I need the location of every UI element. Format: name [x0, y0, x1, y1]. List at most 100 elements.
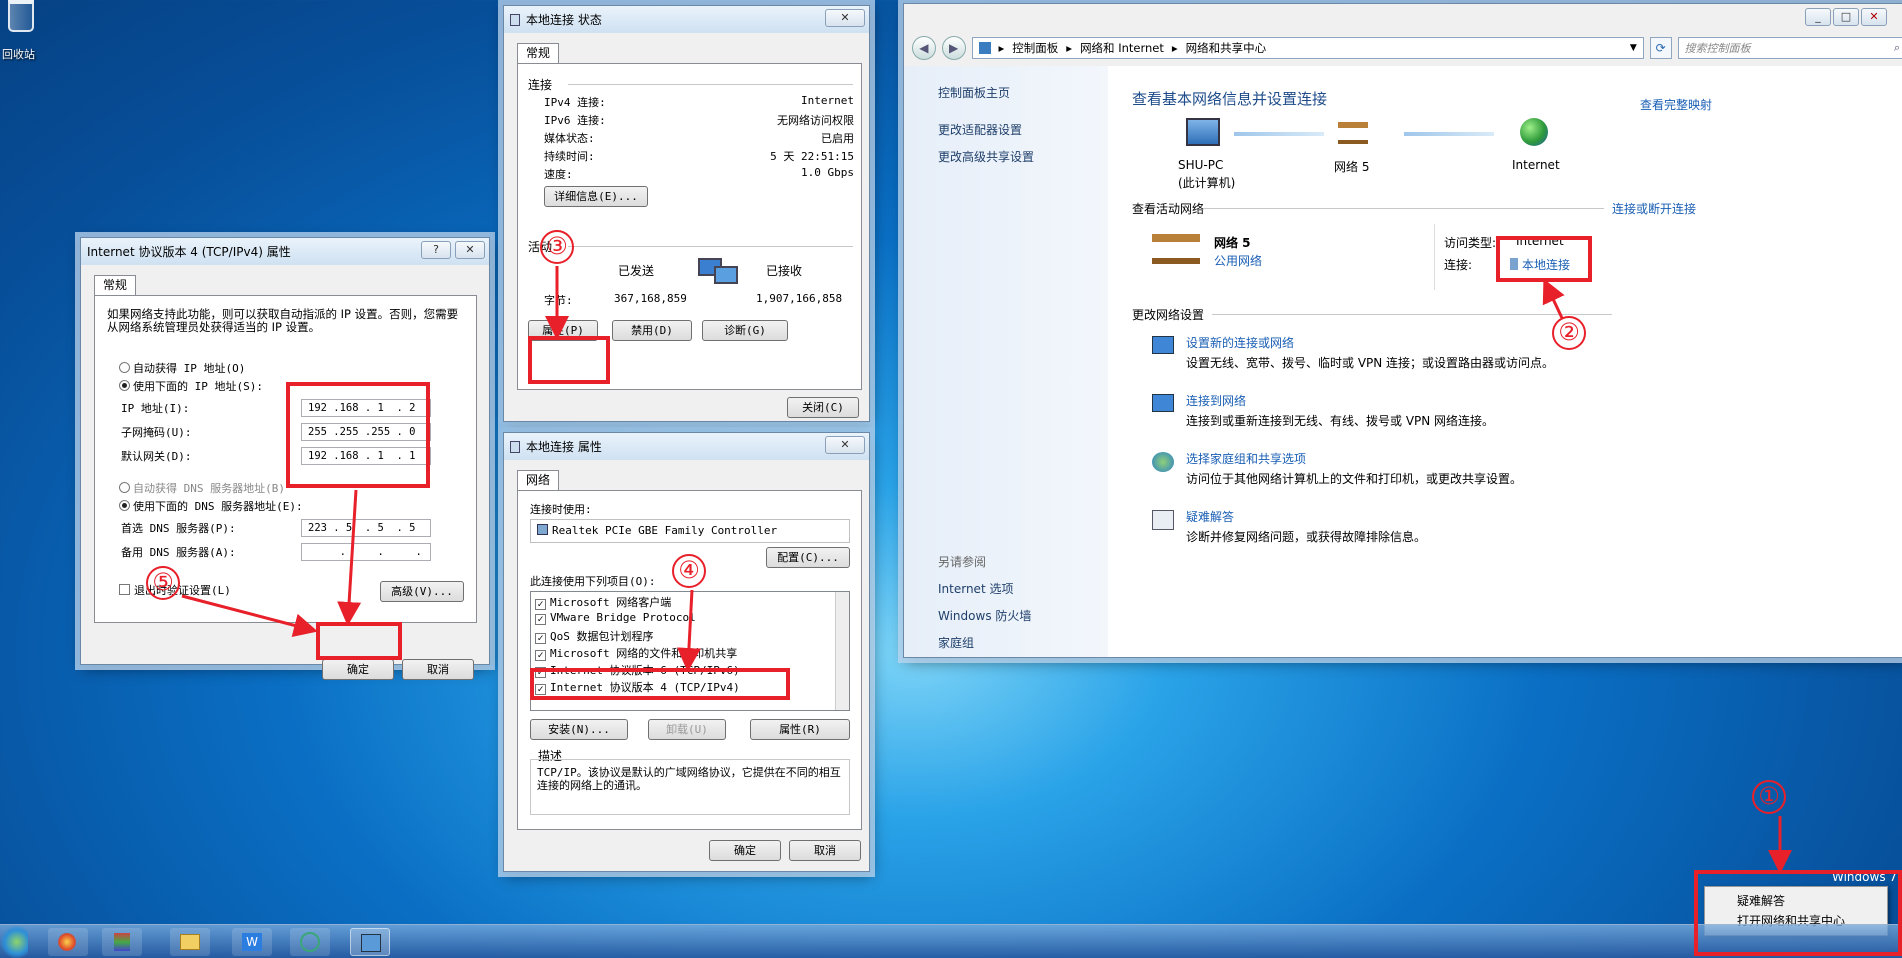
nav-control-panel-home[interactable]: 控制面板主页 [938, 84, 1108, 101]
nav-advanced-sharing[interactable]: 更改高级共享设置 [938, 148, 1108, 165]
manual-dns-radio[interactable]: 使用下面的 DNS 服务器地址(E): [119, 498, 303, 514]
checkbox-checked-icon[interactable]: ✓ [535, 614, 546, 625]
taskbar-app-atom[interactable] [290, 928, 330, 956]
radio-off-icon [119, 482, 130, 493]
menu-item-troubleshoot[interactable]: 疑难解答 [1737, 891, 1887, 911]
help-button[interactable]: ? [421, 241, 451, 259]
manual-ip-label: 使用下面的 IP 地址(S): [133, 380, 263, 393]
advanced-button[interactable]: 高级(V)... [380, 581, 464, 602]
list-item[interactable]: ✓ Microsoft 网络客户端 [531, 592, 849, 610]
list-item[interactable]: ✓ VMware Bridge Protocol [531, 609, 849, 626]
back-button[interactable]: ◀ [912, 36, 936, 60]
task-troubleshoot[interactable]: 疑难解答 诊断并修复网络问题，或获得故障排除信息。 [1152, 508, 1672, 548]
manual-ip-radio[interactable]: 使用下面的 IP 地址(S): [119, 378, 263, 394]
close-button[interactable]: ✕ [825, 436, 865, 454]
taskbar-app-browser[interactable] [48, 928, 88, 956]
install-button[interactable]: 安装(N)... [530, 719, 628, 740]
tcpip-title: Internet 协议版本 4 (TCP/IPv4) 属性 [87, 245, 291, 259]
taskbar-app-explorer[interactable] [170, 928, 210, 956]
list-scrollbar[interactable] [835, 592, 849, 710]
disable-button[interactable]: 禁用(D) [612, 320, 692, 341]
dns1-field[interactable]: 223 . 5 . 5 . 5 [301, 519, 431, 537]
network-type-link[interactable]: 公用网络 [1214, 252, 1262, 269]
close-button[interactable]: ✕ [455, 241, 485, 259]
checkbox-checked-icon[interactable]: ✓ [535, 599, 546, 610]
map-pc-label: SHU-PC [1178, 158, 1224, 172]
connect-disconnect-link[interactable]: 连接或断开连接 [1612, 200, 1696, 217]
search-input[interactable]: 搜索控制面板 ⌕ [1677, 37, 1902, 59]
breadcrumb-item[interactable]: 控制面板 [1012, 40, 1058, 56]
nav-windows-firewall[interactable]: Windows 防火墙 [938, 607, 1108, 624]
task-homegroup[interactable]: 选择家庭组和共享选项 访问位于其他网络计算机上的文件和打印机，或更改共享设置。 [1152, 450, 1672, 490]
minimize-button[interactable]: _ [1805, 8, 1831, 26]
items-list[interactable]: ✓ Microsoft 网络客户端 ✓ VMware Bridge Protocol… [530, 591, 850, 711]
auto-dns-radio[interactable]: 自动获得 DNS 服务器地址(B) [119, 480, 285, 496]
breadcrumb-item[interactable]: 网络和共享中心 [1186, 40, 1267, 56]
recycle-bin[interactable]: 回收站 [2, 0, 42, 62]
row-value: 无网络访问权限 [777, 114, 854, 127]
nav-adapter-settings[interactable]: 更改适配器设置 [938, 121, 1108, 138]
gateway-field[interactable]: 192 .168 . 1 . 1 [301, 447, 431, 465]
properties-titlebar[interactable]: 本地连接 属性 [504, 433, 869, 460]
map-pc-sub-label: (此计算机) [1178, 176, 1236, 190]
tab-network[interactable]: 网络 [517, 470, 560, 490]
subnet-mask-field[interactable]: 255 .255 .255 . 0 [301, 423, 431, 441]
row-key: IPv6 连接: [544, 114, 606, 127]
checkbox-checked-icon[interactable]: ✓ [535, 633, 546, 644]
step-marker-5: ⑤ [146, 566, 180, 600]
close-button[interactable]: ✕ [825, 9, 865, 27]
list-item[interactable]: ✓ QoS 数据包计划程序 [531, 626, 849, 644]
task-title[interactable]: 疑难解答 [1186, 508, 1234, 525]
checkbox-checked-icon[interactable]: ✓ [535, 650, 546, 661]
search-icon[interactable]: ⌕ [1894, 41, 1900, 55]
properties-button[interactable]: 属性(P) [528, 320, 598, 341]
recycle-bin-label: 回收站 [2, 48, 35, 61]
active-networks-label: 查看活动网络 [1132, 202, 1205, 216]
full-map-link[interactable]: 查看完整映射 [1640, 96, 1712, 113]
close-button[interactable]: ✕ [1861, 8, 1887, 26]
task-new-connection[interactable]: 设置新的连接或网络 设置无线、宽带、拨号、临时或 VPN 连接；或设置路由器或访… [1152, 334, 1672, 374]
tab-general[interactable]: 常规 [94, 275, 137, 295]
tab-general[interactable]: 常规 [517, 43, 560, 63]
checkbox-checked-icon[interactable]: ✓ [535, 667, 546, 678]
window-controls: _ □ ✕ [1805, 8, 1887, 26]
diagnose-button[interactable]: 诊断(G) [702, 320, 788, 341]
start-button[interactable] [0, 925, 28, 958]
auto-ip-radio[interactable]: 自动获得 IP 地址(O) [119, 360, 245, 376]
ip-address-field[interactable]: 192 .168 . 1 . 2 [301, 399, 431, 417]
status-titlebar[interactable]: 本地连接 状态 [504, 6, 869, 33]
cancel-button[interactable]: 取消 [789, 840, 861, 861]
maximize-button[interactable]: □ [1833, 8, 1859, 26]
list-item[interactable]: ✓ Microsoft 网络的文件和打印机共享 [531, 643, 849, 661]
refresh-button[interactable]: ⟳ [1649, 37, 1672, 59]
breadcrumb-item[interactable]: 网络和 Internet [1080, 40, 1164, 56]
nav-internet-options[interactable]: Internet 选项 [938, 580, 1108, 597]
forward-button[interactable]: ▶ [941, 36, 966, 60]
network-bench-icon [1152, 234, 1200, 264]
task-title[interactable]: 连接到网络 [1186, 392, 1246, 409]
list-item-selected[interactable]: ✓ Internet 协议版本 4 (TCP/IPv4) [531, 677, 849, 695]
access-type-value: Internet [1516, 234, 1564, 248]
task-title[interactable]: 设置新的连接或网络 [1186, 334, 1294, 351]
nav-homegroup[interactable]: 家庭组 [938, 634, 1108, 651]
details-button[interactable]: 详细信息(E)... [544, 186, 648, 207]
windows-brand-text: Windows 7 [1832, 870, 1898, 884]
checkbox-checked-icon[interactable]: ✓ [535, 684, 546, 695]
task-title[interactable]: 选择家庭组和共享选项 [1186, 450, 1306, 467]
list-item[interactable]: ✓ Internet 协议版本 6 (TCP/IPv6) [531, 660, 849, 678]
cancel-button[interactable]: 取消 [402, 659, 474, 680]
taskbar-app-control-panel[interactable] [350, 928, 390, 956]
taskbar-app-archiver[interactable] [102, 928, 142, 956]
chevron-down-icon[interactable]: ▼ [1630, 43, 1637, 53]
local-connection-link[interactable]: 本地连接 [1510, 256, 1570, 273]
dns2-field[interactable]: . . . [301, 543, 431, 561]
task-connect-network[interactable]: 连接到网络 连接到或重新连接到无线、有线、拨号或 VPN 网络连接。 [1152, 392, 1672, 432]
uninstall-button[interactable]: 卸载(U) [648, 719, 726, 740]
ok-button[interactable]: 确定 [709, 840, 781, 861]
item-properties-button[interactable]: 属性(R) [750, 719, 850, 740]
close-dialog-button[interactable]: 关闭(C) [787, 397, 859, 418]
breadcrumb[interactable]: ▸ 控制面板 ▸ 网络和 Internet ▸ 网络和共享中心 ▼ [971, 37, 1644, 59]
taskbar-app-wps[interactable]: W [232, 928, 272, 956]
ok-button[interactable]: 确定 [322, 659, 394, 680]
configure-button[interactable]: 配置(C)... [766, 547, 850, 568]
